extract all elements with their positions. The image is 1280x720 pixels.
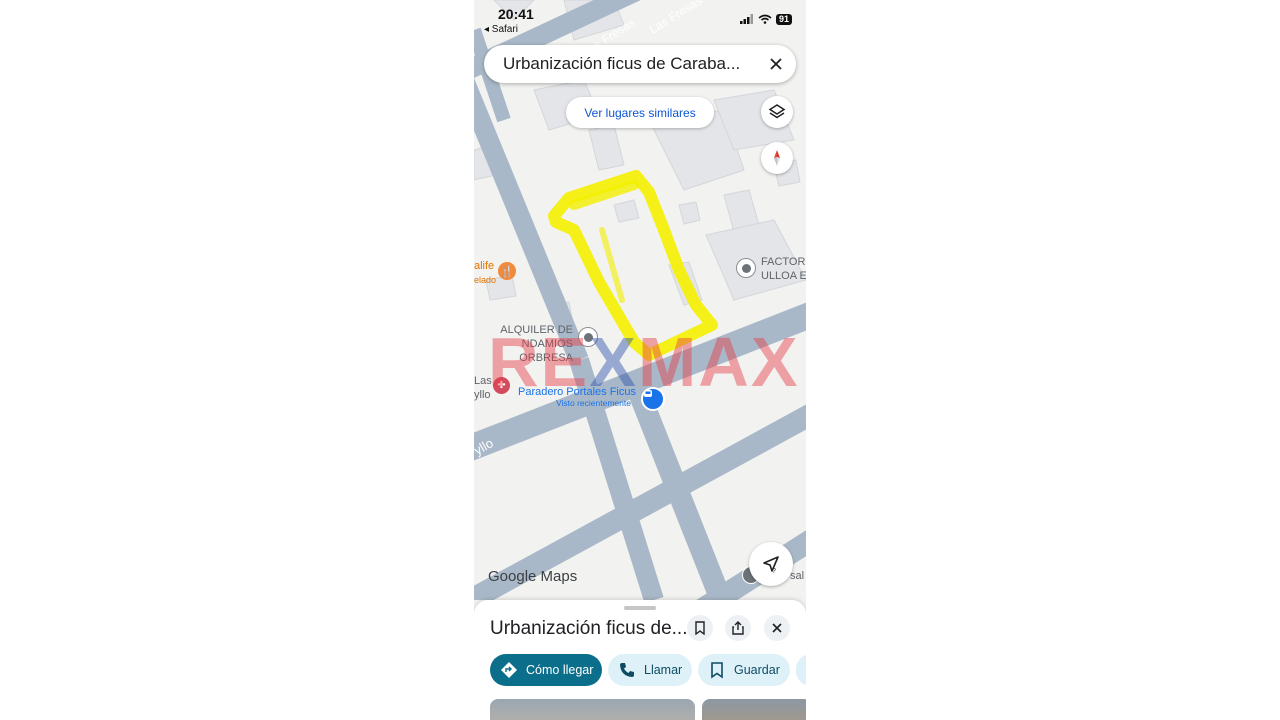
place-photo[interactable] (702, 699, 806, 720)
place-label-factori[interactable]: FACTORI ULLOA E (761, 255, 806, 283)
place-line: elado (474, 275, 497, 285)
close-sheet-button[interactable] (764, 615, 790, 641)
battery-indicator: 91 (775, 13, 792, 25)
fork-glyph: 🍴 (500, 265, 514, 278)
similar-places-button[interactable]: Ver lugares similares (566, 97, 714, 128)
phone-screen: Las Fresas Las Fresas yllo FACTORI ULLOA… (474, 0, 806, 720)
chip-label: Llamar (644, 663, 683, 677)
chip-label: Guardar (734, 663, 780, 677)
place-sheet[interactable]: Urbanización ficus de... Cómo llegar Lla… (474, 600, 806, 720)
place-title: Urbanización ficus de... (490, 618, 688, 639)
logo-google: Google (488, 568, 537, 585)
layers-icon (768, 104, 786, 119)
layers-button[interactable] (761, 96, 793, 128)
navigation-arrow-icon: ? (763, 556, 779, 574)
svg-text:?: ? (772, 568, 776, 574)
place-photo[interactable] (490, 699, 695, 720)
search-input[interactable]: Urbanización ficus de Caraba... (503, 54, 753, 74)
search-bar[interactable]: Urbanización ficus de Caraba... (484, 45, 796, 83)
save-chip[interactable]: Guardar (698, 654, 790, 686)
navigate-button[interactable]: ? (749, 542, 793, 586)
remax-watermark: REXMAX (488, 322, 800, 402)
place-label-alife[interactable]: alife elado (474, 259, 496, 287)
call-chip[interactable]: Llamar (608, 654, 692, 686)
watermark-part: MAX (637, 323, 800, 401)
status-icons: 91 (739, 12, 792, 26)
close-icon (772, 623, 782, 633)
bookmark-icon (711, 662, 723, 679)
google-maps-logo: Google Maps (488, 568, 577, 585)
place-line: FACTORI (761, 256, 806, 268)
signal-icon (739, 14, 753, 24)
directions-icon (501, 662, 517, 678)
back-to-safari[interactable]: ◂ Safari (484, 24, 518, 35)
compass-button[interactable] (761, 142, 793, 174)
edge-label: sal (790, 570, 805, 582)
directions-chip[interactable]: Cómo llegar (490, 654, 602, 686)
phone-icon (620, 663, 634, 677)
place-line: alife (474, 260, 495, 272)
share-button[interactable] (725, 615, 751, 641)
more-chip[interactable] (796, 654, 806, 686)
share-icon (732, 621, 744, 635)
place-line: ULLOA E (761, 270, 806, 282)
save-place-button[interactable] (687, 615, 713, 641)
close-icon[interactable] (766, 54, 786, 74)
watermark-part: X (589, 323, 638, 401)
compass-icon (774, 150, 780, 166)
map-canvas[interactable]: Las Fresas Las Fresas yllo FACTORI ULLOA… (474, 0, 806, 600)
wifi-icon (758, 14, 772, 24)
place-pin-icon[interactable] (736, 258, 756, 278)
chip-label: Cómo llegar (526, 663, 594, 677)
restaurant-icon[interactable]: 🍴 (498, 262, 516, 280)
pin-dot (741, 263, 751, 273)
status-time: 20:41 (498, 6, 534, 22)
bookmark-icon (695, 621, 705, 635)
logo-maps: Maps (540, 568, 578, 585)
map-graphics (474, 0, 806, 600)
watermark-part: RE (488, 323, 590, 401)
sheet-handle[interactable] (624, 606, 656, 610)
